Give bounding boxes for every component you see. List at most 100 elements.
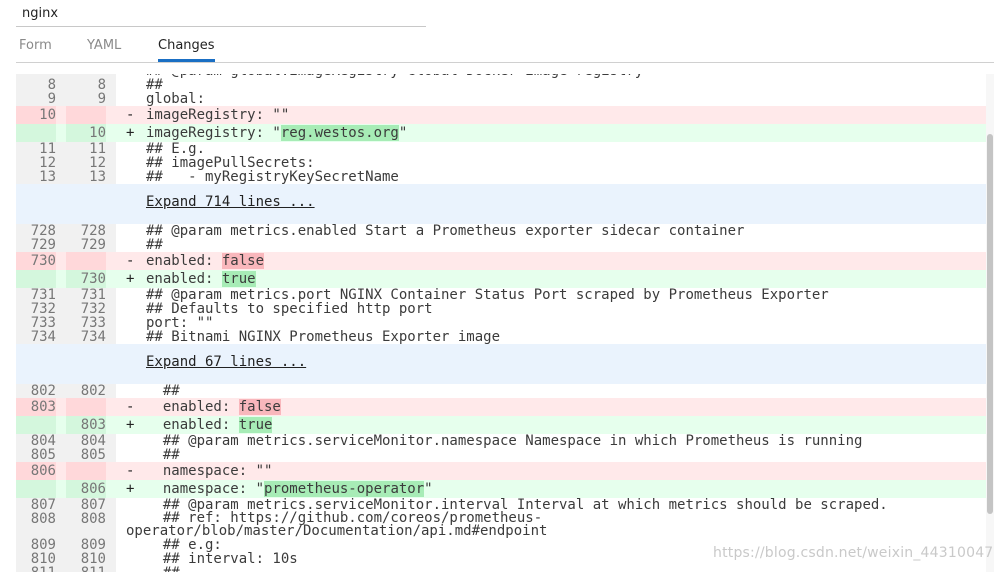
code-prefix: imageRegistry: " — [146, 125, 281, 141]
new-line-number: 804 — [80, 433, 106, 449]
diff-row-context: 802 802 ## — [16, 384, 986, 398]
code-text: ## ref: https://github.com/coreos/promet… — [146, 510, 543, 526]
expand-lines-link[interactable]: Expand 714 lines ... — [146, 193, 315, 211]
expand-lines-link[interactable]: Expand 67 lines ... — [146, 353, 306, 371]
old-line-number: 9 — [47, 91, 56, 107]
diff-row-removed: 10 - imageRegistry: "" — [16, 106, 986, 124]
code-text: imageRegistry: "" — [146, 106, 289, 124]
new-line-number: 810 — [80, 551, 106, 567]
diff-row-context: 734 734 ## Bitnami NGINX Prometheus Export… — [16, 330, 986, 344]
old-line-number: 12 — [39, 155, 56, 171]
code-prefix: enabled: — [146, 271, 222, 287]
old-line-number — [16, 270, 56, 288]
old-line-number: 804 — [30, 433, 56, 449]
diff-row-context: 808 808 operator/blob/master/Documentation… — [16, 510, 986, 539]
diff-row-context: 13 13 ## - myRegistryKeySecretName — [16, 170, 986, 184]
code-suffix: " — [398, 125, 408, 141]
tab-changes[interactable]: Changes — [158, 38, 215, 62]
new-line-number: 811 — [66, 566, 106, 572]
code-text: enabled: false — [146, 252, 265, 270]
code-text: ## @param metrics.port NGINX Container S… — [146, 287, 829, 303]
old-line-number: 10 — [16, 106, 56, 124]
code-text: enabled: true — [146, 416, 273, 434]
old-line-number — [16, 124, 56, 142]
plus-sign: + — [126, 271, 135, 287]
new-line-number: 11 — [89, 141, 106, 157]
code-prefix: enabled: — [146, 399, 239, 415]
code-text: namespace: "" — [146, 462, 273, 480]
new-line-number: 8 — [97, 77, 106, 93]
diff-row-added: 730 + enabled: true — [16, 270, 986, 288]
diff-row-context: 11 11 ## E.g. — [16, 142, 986, 156]
expand-row: Expand 67 lines ... — [16, 344, 986, 384]
new-line-number: 802 — [80, 383, 106, 399]
code-text: enabled: false — [146, 398, 281, 416]
old-line-number: 803 — [16, 398, 56, 416]
diff-row-added: 806 + namespace: "prometheus-operator" — [16, 480, 986, 498]
new-line-number: 13 — [89, 169, 106, 185]
code-text: enabled: true — [146, 270, 256, 288]
diff-row-context: 731 731 ## @param metrics.port NGINX Conta… — [16, 288, 986, 302]
old-line-number — [16, 416, 56, 434]
code-text: ## @param metrics.enabled Start a Promet… — [146, 223, 745, 239]
old-line-number: 805 — [30, 447, 56, 463]
old-line-number: 808 — [30, 511, 56, 527]
new-line-number: 803 — [66, 416, 106, 434]
tab-bar: Form YAML Changes — [16, 34, 994, 63]
code-text-wrapped: operator/blob/master/Documentation/api.m… — [126, 523, 548, 539]
new-line-number: 808 — [80, 511, 106, 527]
code-suffix: " — [280, 107, 290, 123]
new-line-number: 732 — [80, 301, 106, 317]
diff-row-context: 733 733 port: "" — [16, 316, 986, 330]
diff-row-context: 8 8 ## — [16, 78, 986, 92]
old-line-number: 732 — [30, 301, 56, 317]
diff-row-removed: 730 - enabled: false — [16, 252, 986, 270]
new-line-number: 805 — [80, 447, 106, 463]
new-line-number: 807 — [80, 497, 106, 513]
old-line-number: 810 — [30, 551, 56, 567]
new-line-number: 734 — [80, 329, 106, 345]
changed-value-highlight: false — [238, 399, 281, 415]
new-line-number: 728 — [80, 223, 106, 239]
code-text: imageRegistry: "reg.westos.org" — [146, 124, 407, 142]
new-line-number: 730 — [66, 270, 106, 288]
tab-yaml[interactable]: YAML — [87, 38, 121, 58]
code-prefix: enabled: — [146, 253, 222, 269]
old-line-number: 811 — [16, 566, 56, 572]
changed-value-highlight: true — [221, 271, 256, 287]
new-line-number: 10 — [66, 124, 106, 142]
release-name-value: nginx — [22, 6, 59, 21]
changed-value-highlight: false — [221, 253, 265, 269]
old-line-number: 734 — [30, 329, 56, 345]
old-line-number: 806 — [16, 462, 56, 480]
diff-row-context: 728 728 ## @param metrics.enabled Start a … — [16, 224, 986, 238]
old-line-number: 733 — [30, 315, 56, 331]
new-line-number — [66, 106, 106, 124]
diff-row-context: 12 12 ## imagePullSecrets: — [16, 156, 986, 170]
diff-row-context: 9 9 global: — [16, 92, 986, 106]
old-line-number: 13 — [39, 169, 56, 185]
old-line-number: 807 — [30, 497, 56, 513]
minus-sign: - — [126, 253, 135, 269]
new-line-number — [66, 462, 106, 480]
new-line-number: 12 — [89, 155, 106, 171]
tab-form[interactable]: Form — [19, 38, 52, 58]
new-line-number: 9 — [97, 91, 106, 107]
changed-value-highlight: prometheus-operator — [264, 481, 425, 497]
minus-sign: - — [126, 107, 135, 123]
new-line-number — [66, 398, 106, 416]
scrollbar-thumb[interactable] — [987, 134, 993, 514]
release-name-field[interactable]: nginx — [16, 0, 426, 27]
old-line-number — [16, 480, 56, 498]
code-suffix: " — [264, 463, 273, 479]
code-text: port: "" — [146, 315, 214, 331]
diff-row-removed: 803 - enabled: false — [16, 398, 986, 416]
changed-value-highlight: reg.westos.org — [280, 125, 399, 141]
code-text: ## Defaults to specified http port — [146, 301, 433, 317]
diff-scrollbar[interactable] — [986, 74, 994, 572]
code-suffix: " — [424, 481, 433, 497]
plus-sign: + — [126, 481, 135, 497]
code-prefix: enabled: — [146, 417, 239, 433]
new-line-number: 731 — [80, 287, 106, 303]
code-prefix: namespace: " — [146, 481, 265, 497]
